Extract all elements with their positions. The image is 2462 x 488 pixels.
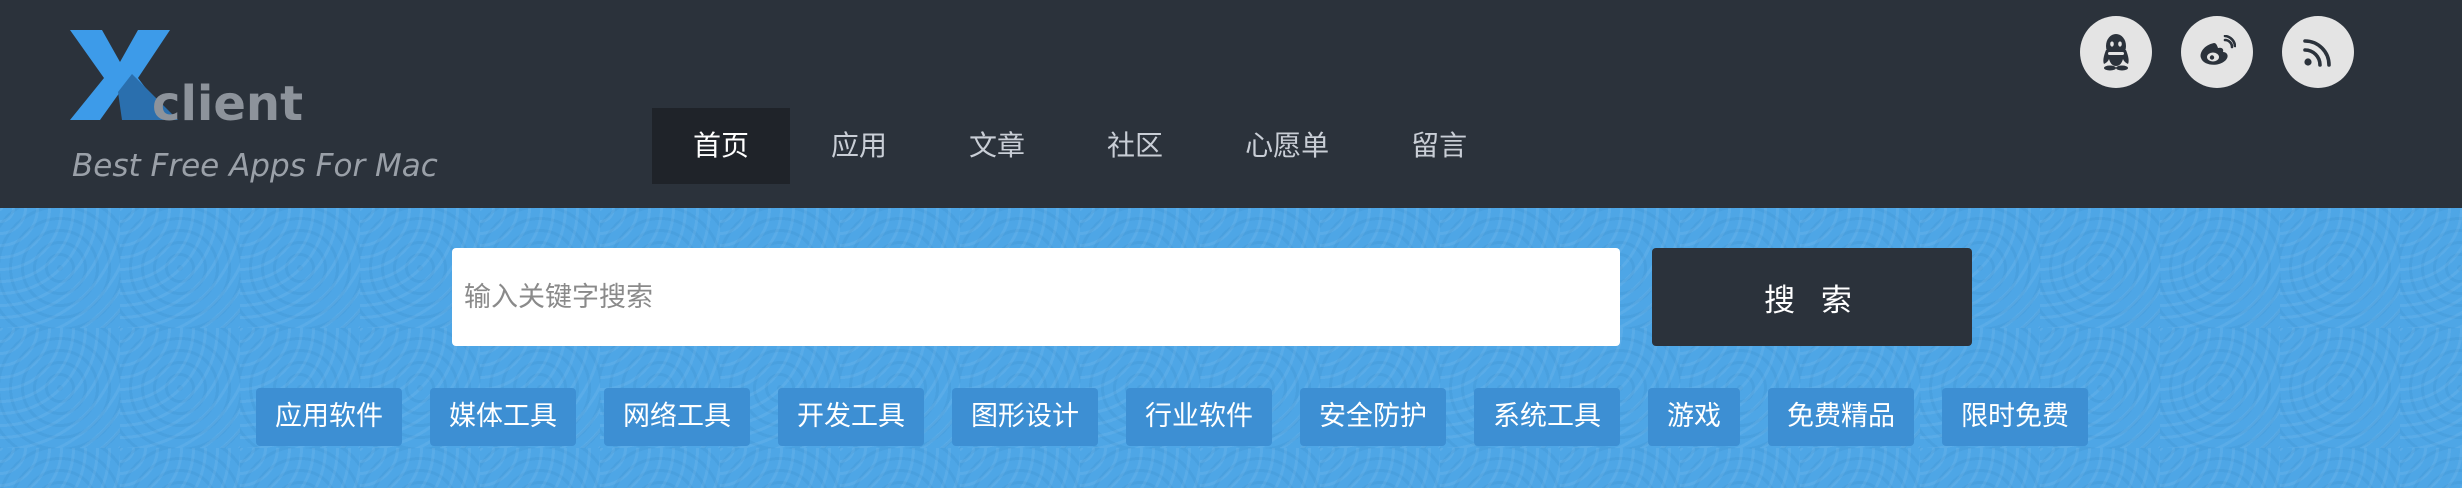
category-tag-apps[interactable]: 应用软件: [256, 388, 402, 446]
qq-icon: [2103, 34, 2129, 71]
category-tag-graphics[interactable]: 图形设计: [952, 388, 1098, 446]
nav-item-home[interactable]: 首页: [652, 108, 791, 184]
social-links: [2080, 16, 2354, 88]
category-tag-free[interactable]: 免费精品: [1768, 388, 1914, 446]
category-tag-limited-free[interactable]: 限时免费: [1942, 388, 2088, 446]
site-header: client Best Free Apps For Mac 首页 应用 文章 社…: [0, 0, 2462, 208]
nav-item-wishlist[interactable]: 心愿单: [1204, 108, 1370, 184]
rss-icon: [2303, 39, 2331, 67]
weibo-button[interactable]: [2181, 16, 2253, 88]
site-tagline: Best Free Apps For Mac: [72, 148, 438, 184]
category-tags: 应用软件 媒体工具 网络工具 开发工具 图形设计 行业软件 安全防护 系统工具 …: [256, 388, 2088, 446]
category-tag-network[interactable]: 网络工具: [604, 388, 750, 446]
search-button[interactable]: 搜 索: [1652, 248, 1972, 346]
category-tag-dev[interactable]: 开发工具: [778, 388, 924, 446]
logo-x-mark: client: [70, 30, 303, 128]
search-input[interactable]: [452, 248, 1620, 346]
nav-item-community[interactable]: 社区: [1066, 108, 1204, 184]
category-tag-industry[interactable]: 行业软件: [1126, 388, 1272, 446]
qq-button[interactable]: [2080, 16, 2152, 88]
category-tag-games[interactable]: 游戏: [1648, 388, 1740, 446]
weibo-icon: [2200, 35, 2236, 65]
category-tag-security[interactable]: 安全防护: [1300, 388, 1446, 446]
category-tag-system[interactable]: 系统工具: [1474, 388, 1620, 446]
logo-wordmark: client: [152, 76, 303, 128]
rss-button[interactable]: [2282, 16, 2354, 88]
site-logo[interactable]: client: [70, 28, 370, 128]
category-tag-media[interactable]: 媒体工具: [430, 388, 576, 446]
search-hero: 搜 索 应用软件 媒体工具 网络工具 开发工具 图形设计 行业软件 安全防护 系…: [0, 208, 2462, 488]
nav-item-guestbook[interactable]: 留言: [1370, 108, 1508, 184]
main-nav: 首页 应用 文章 社区 心愿单 留言: [652, 108, 1508, 184]
nav-item-apps[interactable]: 应用: [790, 108, 928, 184]
nav-item-articles[interactable]: 文章: [928, 108, 1066, 184]
